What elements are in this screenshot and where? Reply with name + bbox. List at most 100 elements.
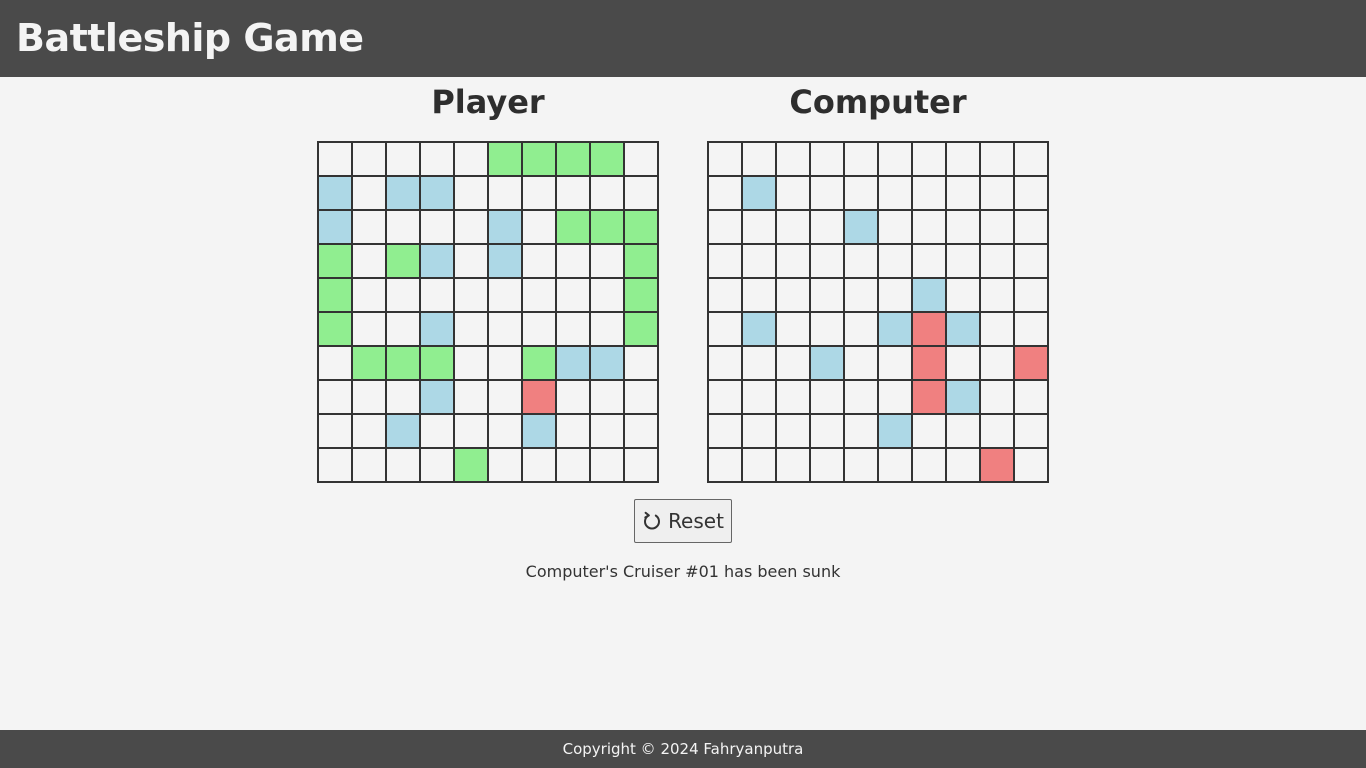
board-cell[interactable] bbox=[878, 346, 912, 380]
board-cell[interactable] bbox=[810, 346, 844, 380]
board-cell[interactable] bbox=[878, 142, 912, 176]
board-cell[interactable] bbox=[776, 278, 810, 312]
board-cell[interactable] bbox=[844, 312, 878, 346]
board-cell[interactable] bbox=[810, 380, 844, 414]
board-cell[interactable] bbox=[946, 244, 980, 278]
board-cell[interactable] bbox=[844, 142, 878, 176]
board-cell[interactable] bbox=[810, 278, 844, 312]
board-cell[interactable] bbox=[844, 346, 878, 380]
board-cell[interactable] bbox=[742, 210, 776, 244]
board-cell[interactable] bbox=[742, 312, 776, 346]
board-cell[interactable] bbox=[708, 142, 742, 176]
board-cell[interactable] bbox=[1014, 278, 1048, 312]
board-cell[interactable] bbox=[980, 346, 1014, 380]
board-cell[interactable] bbox=[980, 414, 1014, 448]
board-cell[interactable] bbox=[844, 278, 878, 312]
board-cell[interactable] bbox=[980, 448, 1014, 482]
board-cell[interactable] bbox=[1014, 210, 1048, 244]
board-cell[interactable] bbox=[878, 380, 912, 414]
board-cell[interactable] bbox=[776, 414, 810, 448]
board-cell[interactable] bbox=[708, 414, 742, 448]
board-cell[interactable] bbox=[776, 176, 810, 210]
board-cell[interactable] bbox=[742, 448, 776, 482]
board-cell[interactable] bbox=[844, 414, 878, 448]
board-cell[interactable] bbox=[810, 414, 844, 448]
board-cell[interactable] bbox=[776, 448, 810, 482]
board-cell[interactable] bbox=[810, 142, 844, 176]
board-cell[interactable] bbox=[742, 142, 776, 176]
board-cell[interactable] bbox=[980, 312, 1014, 346]
reset-button[interactable]: Reset bbox=[634, 499, 732, 543]
board-cell[interactable] bbox=[946, 176, 980, 210]
board-cell[interactable] bbox=[776, 210, 810, 244]
board-cell[interactable] bbox=[844, 244, 878, 278]
board-cell[interactable] bbox=[912, 278, 946, 312]
board-cell[interactable] bbox=[912, 448, 946, 482]
board-cell[interactable] bbox=[776, 244, 810, 278]
board-cell[interactable] bbox=[742, 278, 776, 312]
board-cell[interactable] bbox=[946, 210, 980, 244]
board-cell[interactable] bbox=[1014, 346, 1048, 380]
board-cell[interactable] bbox=[708, 244, 742, 278]
board-cell[interactable] bbox=[742, 414, 776, 448]
board-cell[interactable] bbox=[912, 142, 946, 176]
board-cell[interactable] bbox=[708, 312, 742, 346]
board-cell[interactable] bbox=[912, 380, 946, 414]
board-cell[interactable] bbox=[946, 414, 980, 448]
board-cell[interactable] bbox=[810, 312, 844, 346]
board-cell[interactable] bbox=[980, 380, 1014, 414]
board-cell[interactable] bbox=[742, 176, 776, 210]
board-cell[interactable] bbox=[1014, 142, 1048, 176]
board-cell[interactable] bbox=[1014, 312, 1048, 346]
board-cell[interactable] bbox=[708, 346, 742, 380]
board-cell[interactable] bbox=[878, 278, 912, 312]
board-cell[interactable] bbox=[878, 312, 912, 346]
board-cell[interactable] bbox=[1014, 380, 1048, 414]
board-cell[interactable] bbox=[810, 210, 844, 244]
board-cell[interactable] bbox=[946, 278, 980, 312]
board-cell[interactable] bbox=[776, 312, 810, 346]
board-cell[interactable] bbox=[878, 244, 912, 278]
board-cell[interactable] bbox=[946, 380, 980, 414]
board-cell[interactable] bbox=[708, 176, 742, 210]
board-cell[interactable] bbox=[878, 414, 912, 448]
board-cell[interactable] bbox=[844, 210, 878, 244]
board-cell[interactable] bbox=[912, 414, 946, 448]
board-cell[interactable] bbox=[776, 346, 810, 380]
board-cell[interactable] bbox=[878, 210, 912, 244]
board-cell[interactable] bbox=[708, 448, 742, 482]
board-cell[interactable] bbox=[708, 210, 742, 244]
board-cell[interactable] bbox=[742, 346, 776, 380]
board-cell[interactable] bbox=[980, 210, 1014, 244]
board-cell[interactable] bbox=[912, 312, 946, 346]
board-cell[interactable] bbox=[708, 278, 742, 312]
board-cell[interactable] bbox=[708, 380, 742, 414]
board-cell[interactable] bbox=[810, 176, 844, 210]
board-cell[interactable] bbox=[912, 244, 946, 278]
board-cell[interactable] bbox=[844, 380, 878, 414]
board-cell[interactable] bbox=[912, 176, 946, 210]
board-cell[interactable] bbox=[1014, 176, 1048, 210]
board-cell[interactable] bbox=[1014, 414, 1048, 448]
board-cell[interactable] bbox=[776, 380, 810, 414]
board-cell[interactable] bbox=[946, 346, 980, 380]
board-cell[interactable] bbox=[980, 142, 1014, 176]
board-cell[interactable] bbox=[980, 244, 1014, 278]
board-cell[interactable] bbox=[776, 142, 810, 176]
board-cell[interactable] bbox=[912, 346, 946, 380]
board-cell[interactable] bbox=[742, 244, 776, 278]
board-cell[interactable] bbox=[844, 176, 878, 210]
board-cell[interactable] bbox=[980, 176, 1014, 210]
board-cell[interactable] bbox=[946, 142, 980, 176]
board-cell[interactable] bbox=[844, 448, 878, 482]
board-cell[interactable] bbox=[742, 380, 776, 414]
board-cell[interactable] bbox=[810, 448, 844, 482]
board-cell[interactable] bbox=[946, 448, 980, 482]
board-cell[interactable] bbox=[1014, 244, 1048, 278]
board-cell[interactable] bbox=[946, 312, 980, 346]
board-cell[interactable] bbox=[810, 244, 844, 278]
board-cell[interactable] bbox=[878, 448, 912, 482]
board-cell[interactable] bbox=[980, 278, 1014, 312]
board-cell[interactable] bbox=[912, 210, 946, 244]
board-cell[interactable] bbox=[878, 176, 912, 210]
